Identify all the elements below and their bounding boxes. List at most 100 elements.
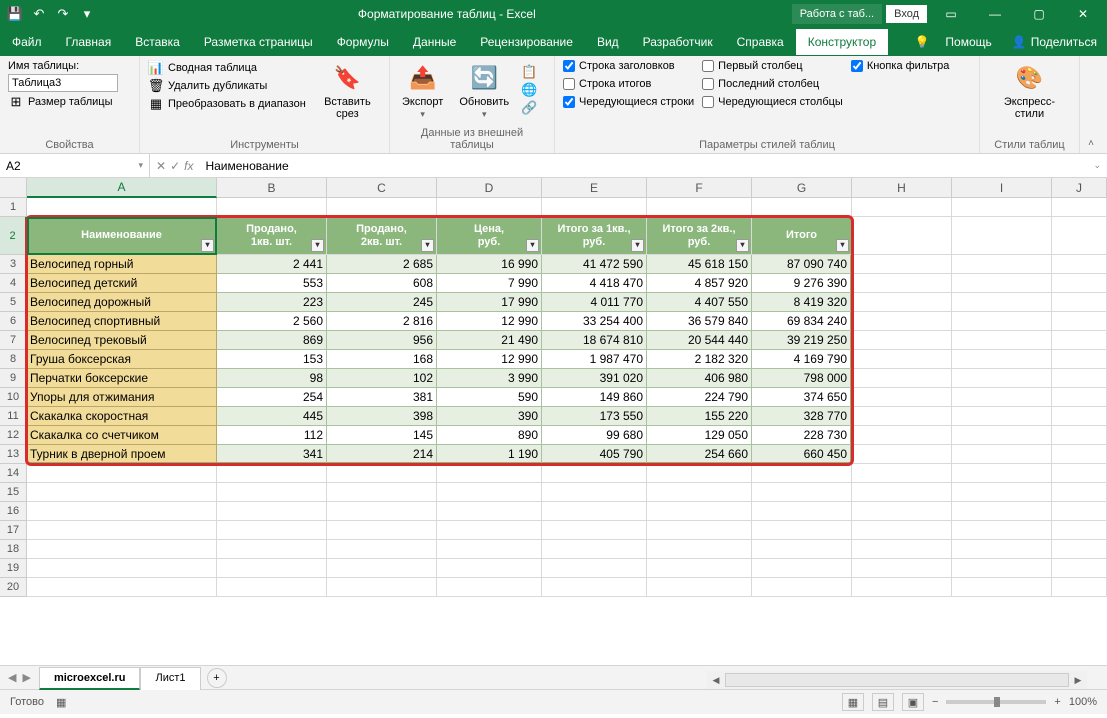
cancel-formula-icon[interactable]: ✕ [156, 159, 166, 173]
first-col-check[interactable]: Первый столбец [702, 60, 843, 72]
login-button[interactable]: Вход [886, 5, 927, 23]
tab-Справка[interactable]: Справка [725, 29, 796, 55]
cell[interactable] [1052, 445, 1107, 464]
cell[interactable]: 660 450 [752, 445, 852, 464]
tab-nav-next-icon[interactable]: ▶ [22, 671, 30, 684]
cell[interactable] [752, 502, 852, 521]
cell[interactable] [952, 369, 1052, 388]
col-header[interactable]: D [437, 178, 542, 198]
cell[interactable]: 798 000 [752, 369, 852, 388]
close-icon[interactable]: ✕ [1063, 0, 1103, 28]
cell[interactable]: 16 990 [437, 255, 542, 274]
cell[interactable]: 99 680 [542, 426, 647, 445]
row-header[interactable]: 20 [0, 578, 27, 597]
cell[interactable] [217, 559, 327, 578]
cell[interactable]: 4 011 770 [542, 293, 647, 312]
cell[interactable]: 2 560 [217, 312, 327, 331]
cell[interactable] [542, 464, 647, 483]
cell[interactable] [1052, 255, 1107, 274]
cell[interactable]: Итого за 1кв.,руб.▾ [542, 217, 647, 255]
cell[interactable]: 18 674 810 [542, 331, 647, 350]
cell[interactable]: 254 [217, 388, 327, 407]
col-header[interactable]: E [542, 178, 647, 198]
cell[interactable] [437, 483, 542, 502]
filter-icon[interactable]: ▾ [201, 239, 214, 252]
zoom-out-icon[interactable]: − [932, 696, 938, 708]
cell[interactable] [952, 464, 1052, 483]
cell[interactable] [217, 540, 327, 559]
cell[interactable] [852, 521, 952, 540]
row-header[interactable]: 6 [0, 312, 27, 331]
tab-Вид[interactable]: Вид [585, 29, 631, 55]
pivot-button[interactable]: 📊Сводная таблица [148, 60, 306, 76]
cell[interactable] [27, 464, 217, 483]
cell[interactable]: 129 050 [647, 426, 752, 445]
row-header[interactable]: 15 [0, 483, 27, 502]
cell[interactable] [952, 521, 1052, 540]
cell[interactable]: Итого за 2кв.,руб.▾ [647, 217, 752, 255]
cell[interactable] [852, 331, 952, 350]
cell[interactable]: Продано,1кв. шт.▾ [217, 217, 327, 255]
cell[interactable] [852, 217, 952, 255]
cell[interactable] [952, 502, 1052, 521]
cell[interactable] [647, 521, 752, 540]
cell[interactable] [852, 312, 952, 331]
cell[interactable] [1052, 350, 1107, 369]
refresh-button[interactable]: 🔄Обновить▾ [455, 60, 513, 122]
cell[interactable]: 391 020 [542, 369, 647, 388]
cell[interactable] [952, 388, 1052, 407]
cell[interactable]: Цена,руб.▾ [437, 217, 542, 255]
col-header[interactable]: A [27, 178, 217, 198]
tab-Разработчик[interactable]: Разработчик [631, 29, 725, 55]
cell[interactable] [217, 483, 327, 502]
cell[interactable] [647, 502, 752, 521]
cell[interactable]: 7 990 [437, 274, 542, 293]
cell[interactable]: Турник в дверной проем [27, 445, 217, 464]
cell[interactable]: 4 418 470 [542, 274, 647, 293]
cell[interactable] [952, 578, 1052, 597]
cell[interactable] [1052, 426, 1107, 445]
cell[interactable]: 4 407 550 [647, 293, 752, 312]
qat-more-icon[interactable]: ▾ [78, 5, 96, 23]
cell[interactable]: 12 990 [437, 312, 542, 331]
cell[interactable]: 36 579 840 [647, 312, 752, 331]
cell[interactable] [647, 464, 752, 483]
cell[interactable] [647, 198, 752, 217]
redo-icon[interactable]: ↷ [54, 5, 72, 23]
row-header[interactable]: 17 [0, 521, 27, 540]
cell[interactable]: Скакалка скоростная [27, 407, 217, 426]
cell[interactable] [752, 540, 852, 559]
filter-icon[interactable]: ▾ [736, 239, 749, 252]
cell[interactable]: 869 [217, 331, 327, 350]
formula-input[interactable] [199, 159, 1087, 173]
row-header[interactable]: 3 [0, 255, 27, 274]
cell[interactable] [952, 198, 1052, 217]
cell[interactable] [752, 559, 852, 578]
cell[interactable]: 328 770 [752, 407, 852, 426]
row-header[interactable]: 12 [0, 426, 27, 445]
cell[interactable] [852, 464, 952, 483]
cell[interactable] [852, 540, 952, 559]
cell[interactable] [27, 502, 217, 521]
row-header[interactable]: 11 [0, 407, 27, 426]
cell[interactable]: Наименование▾ [27, 217, 217, 255]
cell[interactable] [327, 578, 437, 597]
cell[interactable] [437, 559, 542, 578]
row-header[interactable]: 4 [0, 274, 27, 293]
cell[interactable]: Скакалка со счетчиком [27, 426, 217, 445]
cell[interactable] [1052, 388, 1107, 407]
tell-me-icon[interactable]: 💡 [908, 35, 935, 49]
cell[interactable]: 374 650 [752, 388, 852, 407]
cell[interactable]: 445 [217, 407, 327, 426]
worksheet[interactable]: ABCDEFGHIJ 12345678910111213141516171819… [0, 178, 1107, 666]
cell[interactable] [542, 559, 647, 578]
cell[interactable]: 406 980 [647, 369, 752, 388]
namebox-dropdown-icon[interactable]: ▾ [138, 160, 143, 171]
cell[interactable] [1052, 559, 1107, 578]
cell[interactable] [852, 198, 952, 217]
cell[interactable]: 17 990 [437, 293, 542, 312]
cell[interactable] [852, 274, 952, 293]
cell[interactable]: 1 987 470 [542, 350, 647, 369]
cell[interactable] [437, 464, 542, 483]
cell[interactable]: 381 [327, 388, 437, 407]
